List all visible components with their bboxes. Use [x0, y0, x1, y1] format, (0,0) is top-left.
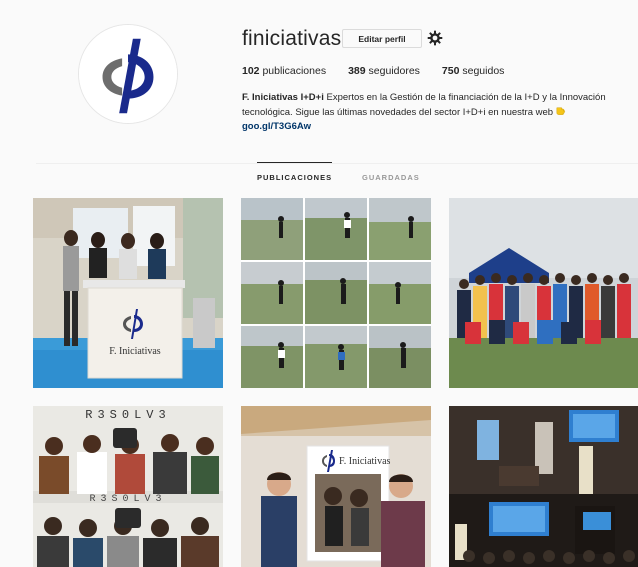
post-conference-image	[449, 406, 638, 567]
frame-signage-text: F. Iniciativas	[339, 456, 391, 467]
post-race-group-photo-image	[449, 198, 638, 388]
post-r3s0lv3-team[interactable]: R3S0LV3 R3S0LV3	[33, 406, 223, 567]
post-conference[interactable]	[449, 406, 638, 567]
post-photo-frame[interactable]: F. Iniciativas	[241, 406, 431, 567]
post-cross-country-collage-image	[241, 198, 431, 388]
booth-signage-text: F. Iniciativas	[109, 346, 161, 357]
r3s0lv3-signage-text-2: R3S0LV3	[89, 494, 166, 505]
post-booth-team-image: F. Iniciativas	[33, 198, 223, 388]
post-cross-country-collage[interactable]	[241, 198, 431, 388]
post-booth-team[interactable]: F. Iniciativas	[33, 198, 223, 388]
post-r3s0lv3-team-image: R3S0LV3 R3S0LV3	[33, 406, 223, 567]
post-photo-frame-image: F. Iniciativas	[241, 406, 431, 567]
r3s0lv3-signage-text: R3S0LV3	[85, 408, 170, 422]
post-race-group-photo[interactable]	[449, 198, 638, 388]
posts-grid: F. Iniciativas R3S0LV3 R3S0LV3 F. Inicia…	[0, 0, 638, 567]
